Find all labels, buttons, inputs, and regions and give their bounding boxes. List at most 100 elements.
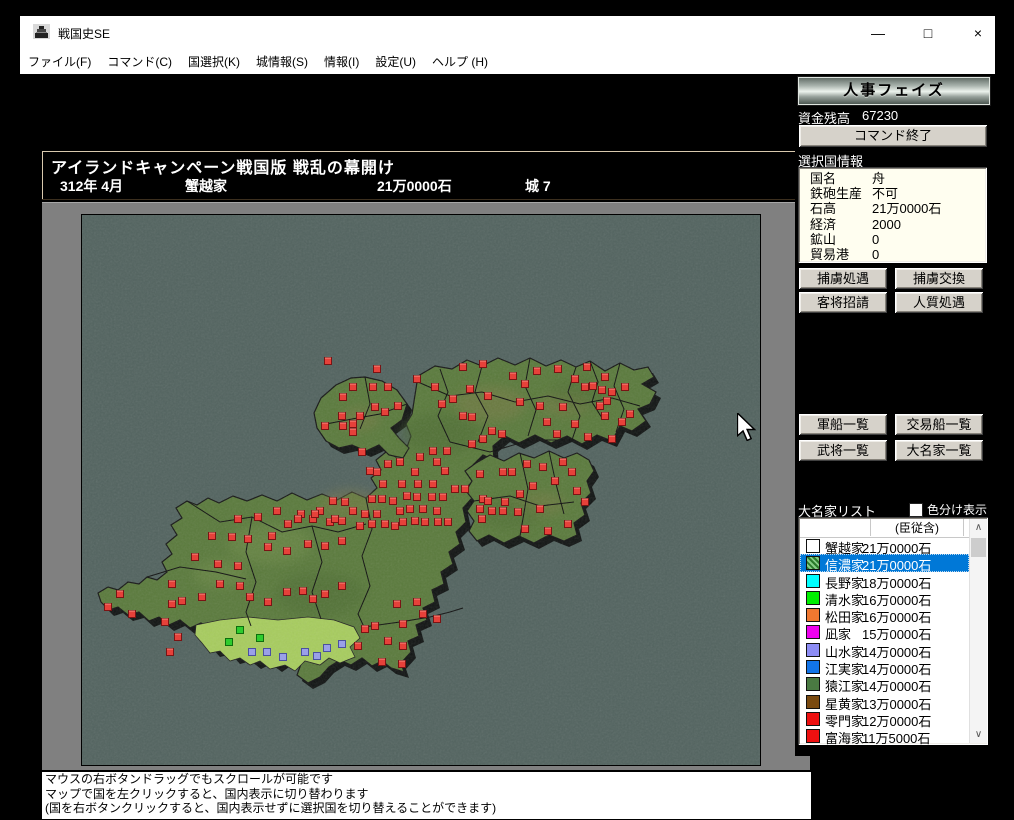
castle-marker-red[interactable] [378, 495, 386, 503]
castle-marker-red[interactable] [309, 595, 317, 603]
list-button-4[interactable]: 大名家一覧 [895, 440, 983, 461]
castle-marker-red[interactable] [461, 485, 469, 493]
castle-marker-red[interactable] [444, 518, 452, 526]
castle-marker-red[interactable] [521, 525, 529, 533]
castle-marker-red[interactable] [161, 618, 169, 626]
castle-marker-red[interactable] [234, 515, 242, 523]
castle-marker-red[interactable] [564, 520, 572, 528]
castle-marker-red[interactable] [244, 535, 252, 543]
castle-marker-red[interactable] [321, 542, 329, 550]
color-display-checkbox[interactable] [909, 503, 923, 517]
castle-marker-red[interactable] [499, 468, 507, 476]
castle-marker-red[interactable] [584, 433, 592, 441]
castle-marker-green[interactable] [236, 626, 244, 634]
castle-marker-red[interactable] [488, 507, 496, 515]
castle-marker-red[interactable] [128, 610, 136, 618]
castle-marker-red[interactable] [536, 402, 544, 410]
castle-marker-red[interactable] [459, 363, 467, 371]
castle-marker-red[interactable] [479, 360, 487, 368]
castle-marker-red[interactable] [341, 498, 349, 506]
daimyo-row[interactable]: 清水家 16万0000石 [800, 589, 969, 608]
castle-marker-red[interactable] [451, 485, 459, 493]
daimyo-row[interactable]: 富海家 11万5000石 [800, 727, 969, 746]
menu-item-3[interactable]: 国選択(K) [180, 48, 248, 70]
castle-marker-red[interactable] [559, 403, 567, 411]
castle-marker-green[interactable] [225, 638, 233, 646]
castle-marker-red[interactable] [321, 590, 329, 598]
daimyo-row[interactable]: 星黄家 13万0000石 [800, 693, 969, 712]
castle-marker-red[interactable] [413, 598, 421, 606]
scroll-up-icon[interactable]: ∧ [970, 519, 987, 536]
castle-marker-red[interactable] [321, 422, 329, 430]
castle-marker-red[interactable] [338, 537, 346, 545]
castle-marker-red[interactable] [373, 365, 381, 373]
menu-item-1[interactable]: ファイル(F) [20, 48, 99, 70]
list-button-2[interactable]: 交易船一覧 [895, 414, 983, 435]
castle-marker-red[interactable] [264, 598, 272, 606]
castle-marker-red[interactable] [516, 490, 524, 498]
castle-marker-red[interactable] [536, 505, 544, 513]
castle-marker-red[interactable] [358, 448, 366, 456]
castle-marker-red[interactable] [294, 515, 302, 523]
castle-marker-red[interactable] [478, 515, 486, 523]
castle-marker-red[interactable] [338, 517, 346, 525]
castle-marker-red[interactable] [236, 582, 244, 590]
castle-marker-purple[interactable] [338, 640, 346, 648]
castle-marker-red[interactable] [398, 480, 406, 488]
castle-marker-red[interactable] [349, 507, 357, 515]
castle-marker-red[interactable] [411, 468, 419, 476]
daimyo-row[interactable]: 長野家 18万0000石 [800, 572, 969, 591]
castle-marker-red[interactable] [516, 398, 524, 406]
castle-marker-red[interactable] [381, 408, 389, 416]
castle-marker-red[interactable] [406, 505, 414, 513]
castle-marker-red[interactable] [304, 540, 312, 548]
castle-marker-red[interactable] [339, 393, 347, 401]
castle-marker-red[interactable] [354, 642, 362, 650]
castle-marker-red[interactable] [311, 510, 319, 518]
castle-marker-red[interactable] [349, 383, 357, 391]
castle-marker-red[interactable] [264, 543, 272, 551]
title-bar[interactable]: 戦国史SE — □ × [20, 16, 995, 48]
castle-marker-red[interactable] [484, 497, 492, 505]
castle-marker-red[interactable] [581, 383, 589, 391]
end-command-button[interactable]: コマンド終了 [799, 125, 987, 147]
castle-marker-red[interactable] [466, 385, 474, 393]
castle-marker-red[interactable] [438, 400, 446, 408]
castle-marker-red[interactable] [349, 428, 357, 436]
castle-marker-red[interactable] [529, 482, 537, 490]
castle-marker-red[interactable] [476, 505, 484, 513]
castle-marker-red[interactable] [439, 493, 447, 501]
castle-marker-red[interactable] [391, 522, 399, 530]
castle-marker-red[interactable] [396, 507, 404, 515]
castle-marker-purple[interactable] [279, 653, 287, 661]
castle-marker-red[interactable] [411, 517, 419, 525]
list-button-3[interactable]: 武将一覧 [799, 440, 887, 461]
castle-marker-red[interactable] [429, 480, 437, 488]
castle-marker-red[interactable] [543, 418, 551, 426]
castle-marker-red[interactable] [378, 658, 386, 666]
castle-marker-red[interactable] [468, 440, 476, 448]
castle-marker-red[interactable] [361, 510, 369, 518]
castle-marker-red[interactable] [273, 507, 281, 515]
castle-marker-red[interactable] [283, 547, 291, 555]
minimize-button[interactable]: — [858, 22, 898, 44]
castle-marker-red[interactable] [168, 600, 176, 608]
castle-marker-red[interactable] [371, 622, 379, 630]
castle-marker-green[interactable] [256, 634, 264, 642]
castle-marker-red[interactable] [544, 527, 552, 535]
castle-marker-red[interactable] [384, 637, 392, 645]
menu-item-5[interactable]: 情報(I) [316, 48, 367, 70]
castle-marker-red[interactable] [441, 467, 449, 475]
castle-marker-red[interactable] [479, 435, 487, 443]
castle-marker-red[interactable] [166, 648, 174, 656]
castle-marker-red[interactable] [268, 532, 276, 540]
castle-marker-red[interactable] [568, 468, 576, 476]
castle-marker-red[interactable] [598, 386, 606, 394]
castle-marker-red[interactable] [384, 383, 392, 391]
castle-marker-red[interactable] [403, 492, 411, 500]
castle-marker-red[interactable] [414, 480, 422, 488]
castle-marker-red[interactable] [399, 642, 407, 650]
castle-marker-red[interactable] [379, 480, 387, 488]
castle-marker-red[interactable] [373, 510, 381, 518]
castle-marker-red[interactable] [356, 412, 364, 420]
